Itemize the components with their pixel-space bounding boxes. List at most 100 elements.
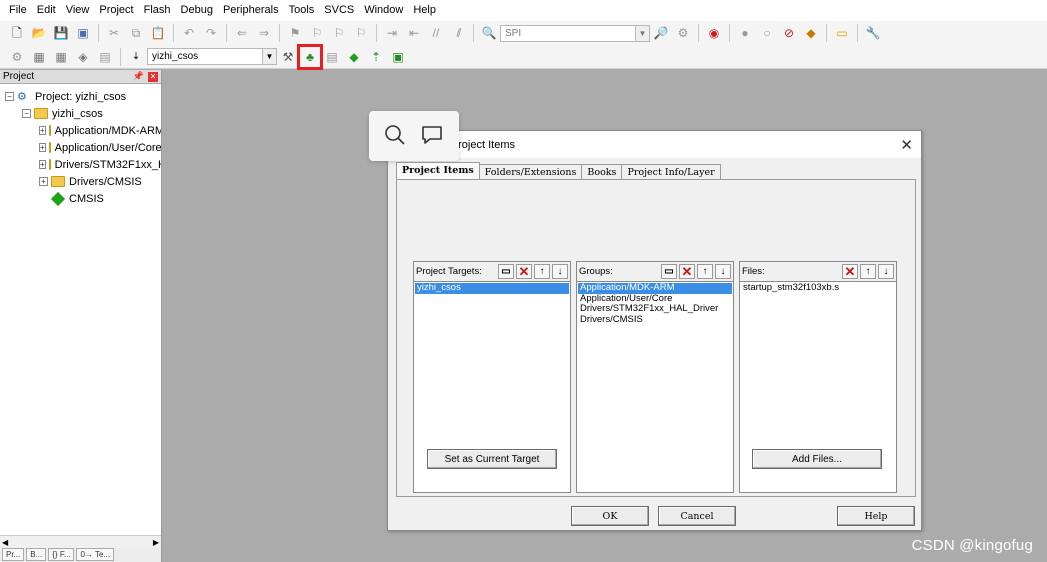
indent-icon[interactable]: ⇥ [383,24,401,42]
help-button[interactable]: Help [837,506,915,526]
rebuild-icon[interactable]: ▦ [52,48,70,66]
target-select[interactable]: yizhi_csos ▼ [147,48,277,65]
groups-listbox[interactable]: Groups: ▭ ✕ ↑ ↓ Application/MDK-ARM Appl… [576,261,734,493]
new-item-icon[interactable]: ▭ [498,264,514,279]
new-item-icon[interactable]: ▭ [661,264,677,279]
stop-build-icon[interactable]: ▤ [96,48,114,66]
tree-group[interactable]: + Application/MDK-ARM [0,122,161,139]
software-packs-icon[interactable]: ▣ [389,48,407,66]
configure-icon[interactable]: ◆ [802,24,820,42]
find-icon[interactable]: 🔎 [652,24,670,42]
save-all-icon[interactable]: ▣ [74,24,92,42]
comment-icon[interactable]: // [427,24,445,42]
expand-icon[interactable]: + [39,143,46,152]
move-up-icon[interactable]: ↑ [534,264,550,279]
redo-icon[interactable]: ↷ [202,24,220,42]
menu-file[interactable]: File [4,0,32,21]
move-up-icon[interactable]: ↑ [860,264,876,279]
ok-button[interactable]: OK [571,506,649,526]
cancel-button[interactable]: Cancel [658,506,736,526]
window-layout-icon[interactable]: ▭ [833,24,851,42]
list-item[interactable]: startup_stm32f103xb.s [741,283,895,294]
pin-icon[interactable]: 📌 [133,71,144,82]
move-down-icon[interactable]: ↓ [715,264,731,279]
list-item[interactable]: Drivers/CMSIS [578,315,732,326]
bookmark-icon[interactable]: ⚑ [286,24,304,42]
target-options-icon[interactable]: ⚒ [279,48,297,66]
delete-icon[interactable]: ✕ [679,264,695,279]
build-icon[interactable]: ▦ [30,48,48,66]
breakpoint-icon[interactable]: ● [736,24,754,42]
uncomment-icon[interactable]: /̸ [449,24,467,42]
scroll-right-icon[interactable]: ▶ [153,538,159,547]
nav-forward-icon[interactable]: ⇒ [255,24,273,42]
comment-icon[interactable] [420,124,444,149]
prev-bookmark-icon[interactable]: ⚐ [308,24,326,42]
collapse-icon[interactable]: − [5,92,14,101]
menu-window[interactable]: Window [359,0,408,21]
menu-debug[interactable]: Debug [176,0,218,21]
menu-help[interactable]: Help [408,0,441,21]
tab-folders-extensions[interactable]: Folders/Extensions [478,164,583,179]
list-item[interactable]: Application/User/Core [578,294,732,305]
tab-functions[interactable]: {} F... [48,548,75,561]
delete-icon[interactable]: ✕ [842,264,858,279]
manage-project-items-icon[interactable]: ♣ [297,43,323,70]
list-item[interactable]: yizhi_csos [415,283,569,294]
tab-project-items[interactable]: Project Items [396,162,480,179]
add-files-button[interactable]: Add Files... [752,449,882,469]
find-in-files-icon[interactable]: 🔍 [480,24,498,42]
tree-component[interactable]: CMSIS [0,190,161,207]
list-item[interactable]: Drivers/STM32F1xx_HAL_Driver [578,304,732,315]
menu-flash[interactable]: Flash [139,0,176,21]
tab-project-info-layer[interactable]: Project Info/Layer [621,164,721,179]
find-combo[interactable]: SPI ▼ [500,24,650,42]
scroll-left-icon[interactable]: ◀ [2,538,8,547]
set-current-target-button[interactable]: Set as Current Target [427,449,557,469]
pack-installer-icon[interactable]: ⇡ [367,48,385,66]
incremental-find-icon[interactable]: ⚙ [674,24,692,42]
kill-breakpoints-icon[interactable]: ⊘ [780,24,798,42]
close-icon[interactable]: ✕ [900,136,913,154]
delete-icon[interactable]: ✕ [516,264,532,279]
nav-back-icon[interactable]: ⇐ [233,24,251,42]
menu-svcs[interactable]: SVCS [319,0,359,21]
tab-books[interactable]: B... [26,548,47,561]
tree-group[interactable]: + Drivers/STM32F1xx_HAL_Driver [0,156,161,173]
expand-icon[interactable]: + [39,160,46,169]
undo-icon[interactable]: ↶ [180,24,198,42]
clear-bookmarks-icon[interactable]: ⚐ [352,24,370,42]
paste-icon[interactable]: 📋 [149,24,167,42]
copy-icon[interactable]: ⧉ [127,24,145,42]
menu-view[interactable]: View [61,0,95,21]
tab-templates[interactable]: 0→ Te... [76,548,115,561]
chevron-down-icon[interactable]: ▼ [635,25,649,41]
unindent-icon[interactable]: ⇤ [405,24,423,42]
batch-build-icon[interactable]: ◈ [74,48,92,66]
tree-target[interactable]: − yizhi_csos [0,105,161,122]
collapse-icon[interactable]: − [22,109,31,118]
tree-group[interactable]: + Application/User/Core [0,139,161,156]
wrench-icon[interactable]: 🔧 [864,24,882,42]
select-packs-icon[interactable]: ▤ [323,48,341,66]
tab-books[interactable]: Books [581,164,623,179]
tree-group[interactable]: + Drivers/CMSIS [0,173,161,190]
close-icon[interactable]: ✕ [148,71,158,82]
chevron-down-icon[interactable]: ▼ [262,49,276,64]
download-icon[interactable]: ⇣ [127,48,145,66]
run-time-environment-icon[interactable]: ◆ [345,48,363,66]
move-up-icon[interactable]: ↑ [697,264,713,279]
search-icon[interactable] [384,124,406,149]
move-down-icon[interactable]: ↓ [552,264,568,279]
menu-tools[interactable]: Tools [284,0,320,21]
save-icon[interactable]: 💾 [52,24,70,42]
expand-icon[interactable]: + [39,177,48,186]
next-bookmark-icon[interactable]: ⚐ [330,24,348,42]
menu-project[interactable]: Project [94,0,138,21]
tab-project[interactable]: Pr... [2,548,25,561]
horizontal-scrollbar[interactable]: ◀ ▶ [0,535,161,548]
expand-icon[interactable]: + [39,126,46,135]
menu-edit[interactable]: Edit [32,0,61,21]
move-down-icon[interactable]: ↓ [878,264,894,279]
tree-root[interactable]: − ⚙ Project: yizhi_csos [0,88,161,105]
